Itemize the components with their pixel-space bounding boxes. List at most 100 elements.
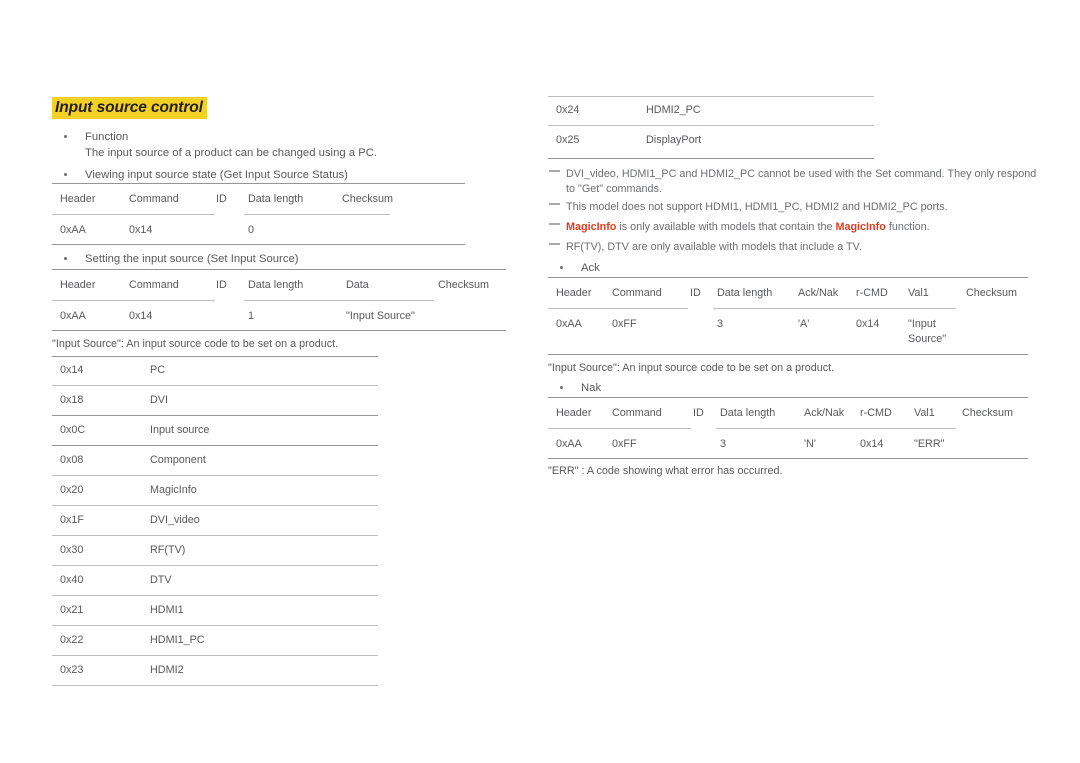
cell-val1-value: "ERR" [914, 438, 945, 450]
col-header-val1: Val1 [908, 287, 929, 299]
cell-rcmd-value: 0x14 [856, 318, 880, 330]
code-list-rule [548, 158, 874, 160]
bullet-dot-icon [64, 173, 67, 176]
col-header-datalength: Data length [717, 287, 773, 299]
code-list-rule [52, 595, 378, 596]
col-header-rcmd: r-CMD [860, 407, 892, 419]
note-dash-icon [549, 243, 560, 245]
code-name: Input source [150, 424, 210, 436]
code-value: 0x25 [556, 134, 580, 146]
ack-bullet: Ack [548, 260, 1011, 276]
table-rule-top [548, 397, 1028, 399]
code-value: 0x40 [60, 574, 84, 586]
table-rule-mid-a [52, 300, 215, 301]
col-header-id: ID [690, 287, 701, 299]
input-source-code-list: 0x14 PC 0x18 DVI 0x0C Input source 0x08 … [52, 356, 378, 686]
code-name: HDMI1_PC [150, 634, 205, 646]
table-rule-mid-a [548, 308, 688, 309]
cell-header-value: 0xAA [60, 310, 86, 322]
col-header-command: Command [129, 279, 179, 291]
cell-header-value: 0xAA [556, 438, 582, 450]
note-text: RF(TV), DTV are only available with mode… [566, 241, 862, 253]
note-text: This model does not support HDMI1, HDMI1… [566, 201, 948, 213]
col-header-acknak: Ack/Nak [798, 287, 839, 299]
nak-bullet: Nak [548, 380, 1011, 396]
table-rule-bottom [52, 330, 506, 332]
function-label: Function [85, 131, 129, 143]
col-header-id: ID [216, 279, 227, 291]
col-header-command: Command [612, 287, 662, 299]
magicinfo-keyword: MagicInfo [566, 221, 617, 233]
code-value: 0x21 [60, 604, 84, 616]
bullet-dot-icon [64, 135, 67, 138]
table-rule-mid-b [244, 300, 434, 301]
table-rule-mid-a [52, 214, 215, 215]
ack-table: Header Command ID Data length Ack/Nak r-… [548, 277, 1028, 356]
cell-acknak-value: 'A' [798, 318, 810, 330]
magicinfo-keyword: MagicInfo [835, 221, 886, 233]
code-list-rule [52, 565, 378, 566]
table-rule-mid-b [244, 214, 390, 215]
table-rule-mid-a [548, 428, 691, 429]
set-input-source-label: Setting the input source (Set Input Sour… [85, 253, 299, 265]
code-list-rule [52, 625, 378, 626]
code-list-rule [52, 445, 378, 447]
table-rule-top [52, 183, 465, 185]
code-list-rule [548, 96, 874, 97]
cell-datalength-value: 3 [720, 438, 727, 450]
col-header-datalength: Data length [720, 407, 776, 419]
code-value: 0x14 [60, 364, 84, 376]
cell-val1-value: "Input Source" [908, 318, 947, 345]
table-rule-top [548, 277, 1028, 279]
code-list-rule [52, 385, 378, 386]
cell-command-value: 0xFF [612, 438, 637, 450]
input-source-code-list-continued: 0x24 HDMI2_PC 0x25 DisplayPort [548, 96, 874, 161]
get-status-label: Viewing input source state (Get Input So… [85, 169, 348, 181]
col-header-header: Header [556, 287, 592, 299]
code-name: HDMI2_PC [646, 104, 701, 116]
code-name: RF(TV) [150, 544, 186, 556]
set-input-source-table: Header Command ID Data length Data Check… [52, 269, 506, 332]
err-caption: "ERR" : A code showing what error has oc… [548, 465, 783, 477]
code-value: 0x0C [60, 424, 86, 436]
code-value: 0x23 [60, 664, 84, 676]
get-input-source-table: Header Command ID Data length Checksum 0… [52, 183, 465, 246]
input-source-caption: "Input Source": An input source code to … [52, 338, 339, 350]
code-list-rule [52, 505, 378, 506]
code-list-rule [52, 535, 378, 536]
note-set-command: DVI_video, HDMI1_PC and HDMI2_PC cannot … [548, 167, 1046, 197]
code-name: HDMI2 [150, 664, 184, 676]
code-value: 0x1F [60, 514, 85, 526]
code-name: HDMI1 [150, 604, 184, 616]
table-rule-mid-b [713, 308, 956, 309]
note-text-mid: is only available with models that conta… [616, 221, 836, 233]
code-name: Component [150, 454, 206, 466]
code-list-rule [52, 356, 378, 358]
col-header-data: Data [346, 279, 369, 291]
manual-page: Input source control Function The input … [0, 0, 1080, 763]
table-rule-mid-b [716, 428, 956, 429]
col-header-datalength: Data length [248, 193, 304, 205]
get-status-bullet: Viewing input source state (Get Input So… [52, 167, 515, 183]
note-dash-icon [549, 203, 560, 205]
input-source-caption: "Input Source": An input source code to … [548, 362, 835, 374]
code-list-rule [52, 415, 378, 417]
cell-datalength-value: 0 [248, 224, 255, 236]
cell-rcmd-value: 0x14 [860, 438, 884, 450]
set-input-source-bullet: Setting the input source (Set Input Sour… [52, 251, 515, 267]
col-header-acknak: Ack/Nak [804, 407, 845, 419]
col-header-command: Command [612, 407, 662, 419]
col-header-command: Command [129, 193, 179, 205]
note-dash-icon [549, 170, 560, 172]
table-rule-top [52, 269, 506, 271]
code-list-rule [52, 475, 378, 476]
note-magicinfo: MagicInfo is only available with models … [548, 220, 1046, 235]
code-name: DisplayPort [646, 134, 702, 146]
cell-data-value: "Input Source" [346, 310, 415, 322]
function-description: The input source of a product can be cha… [85, 147, 378, 159]
bullet-dot-icon [560, 266, 563, 269]
col-header-checksum: Checksum [962, 407, 1014, 419]
code-list-rule [52, 685, 378, 686]
code-name: DTV [150, 574, 172, 586]
cell-command-value: 0x14 [129, 224, 153, 236]
